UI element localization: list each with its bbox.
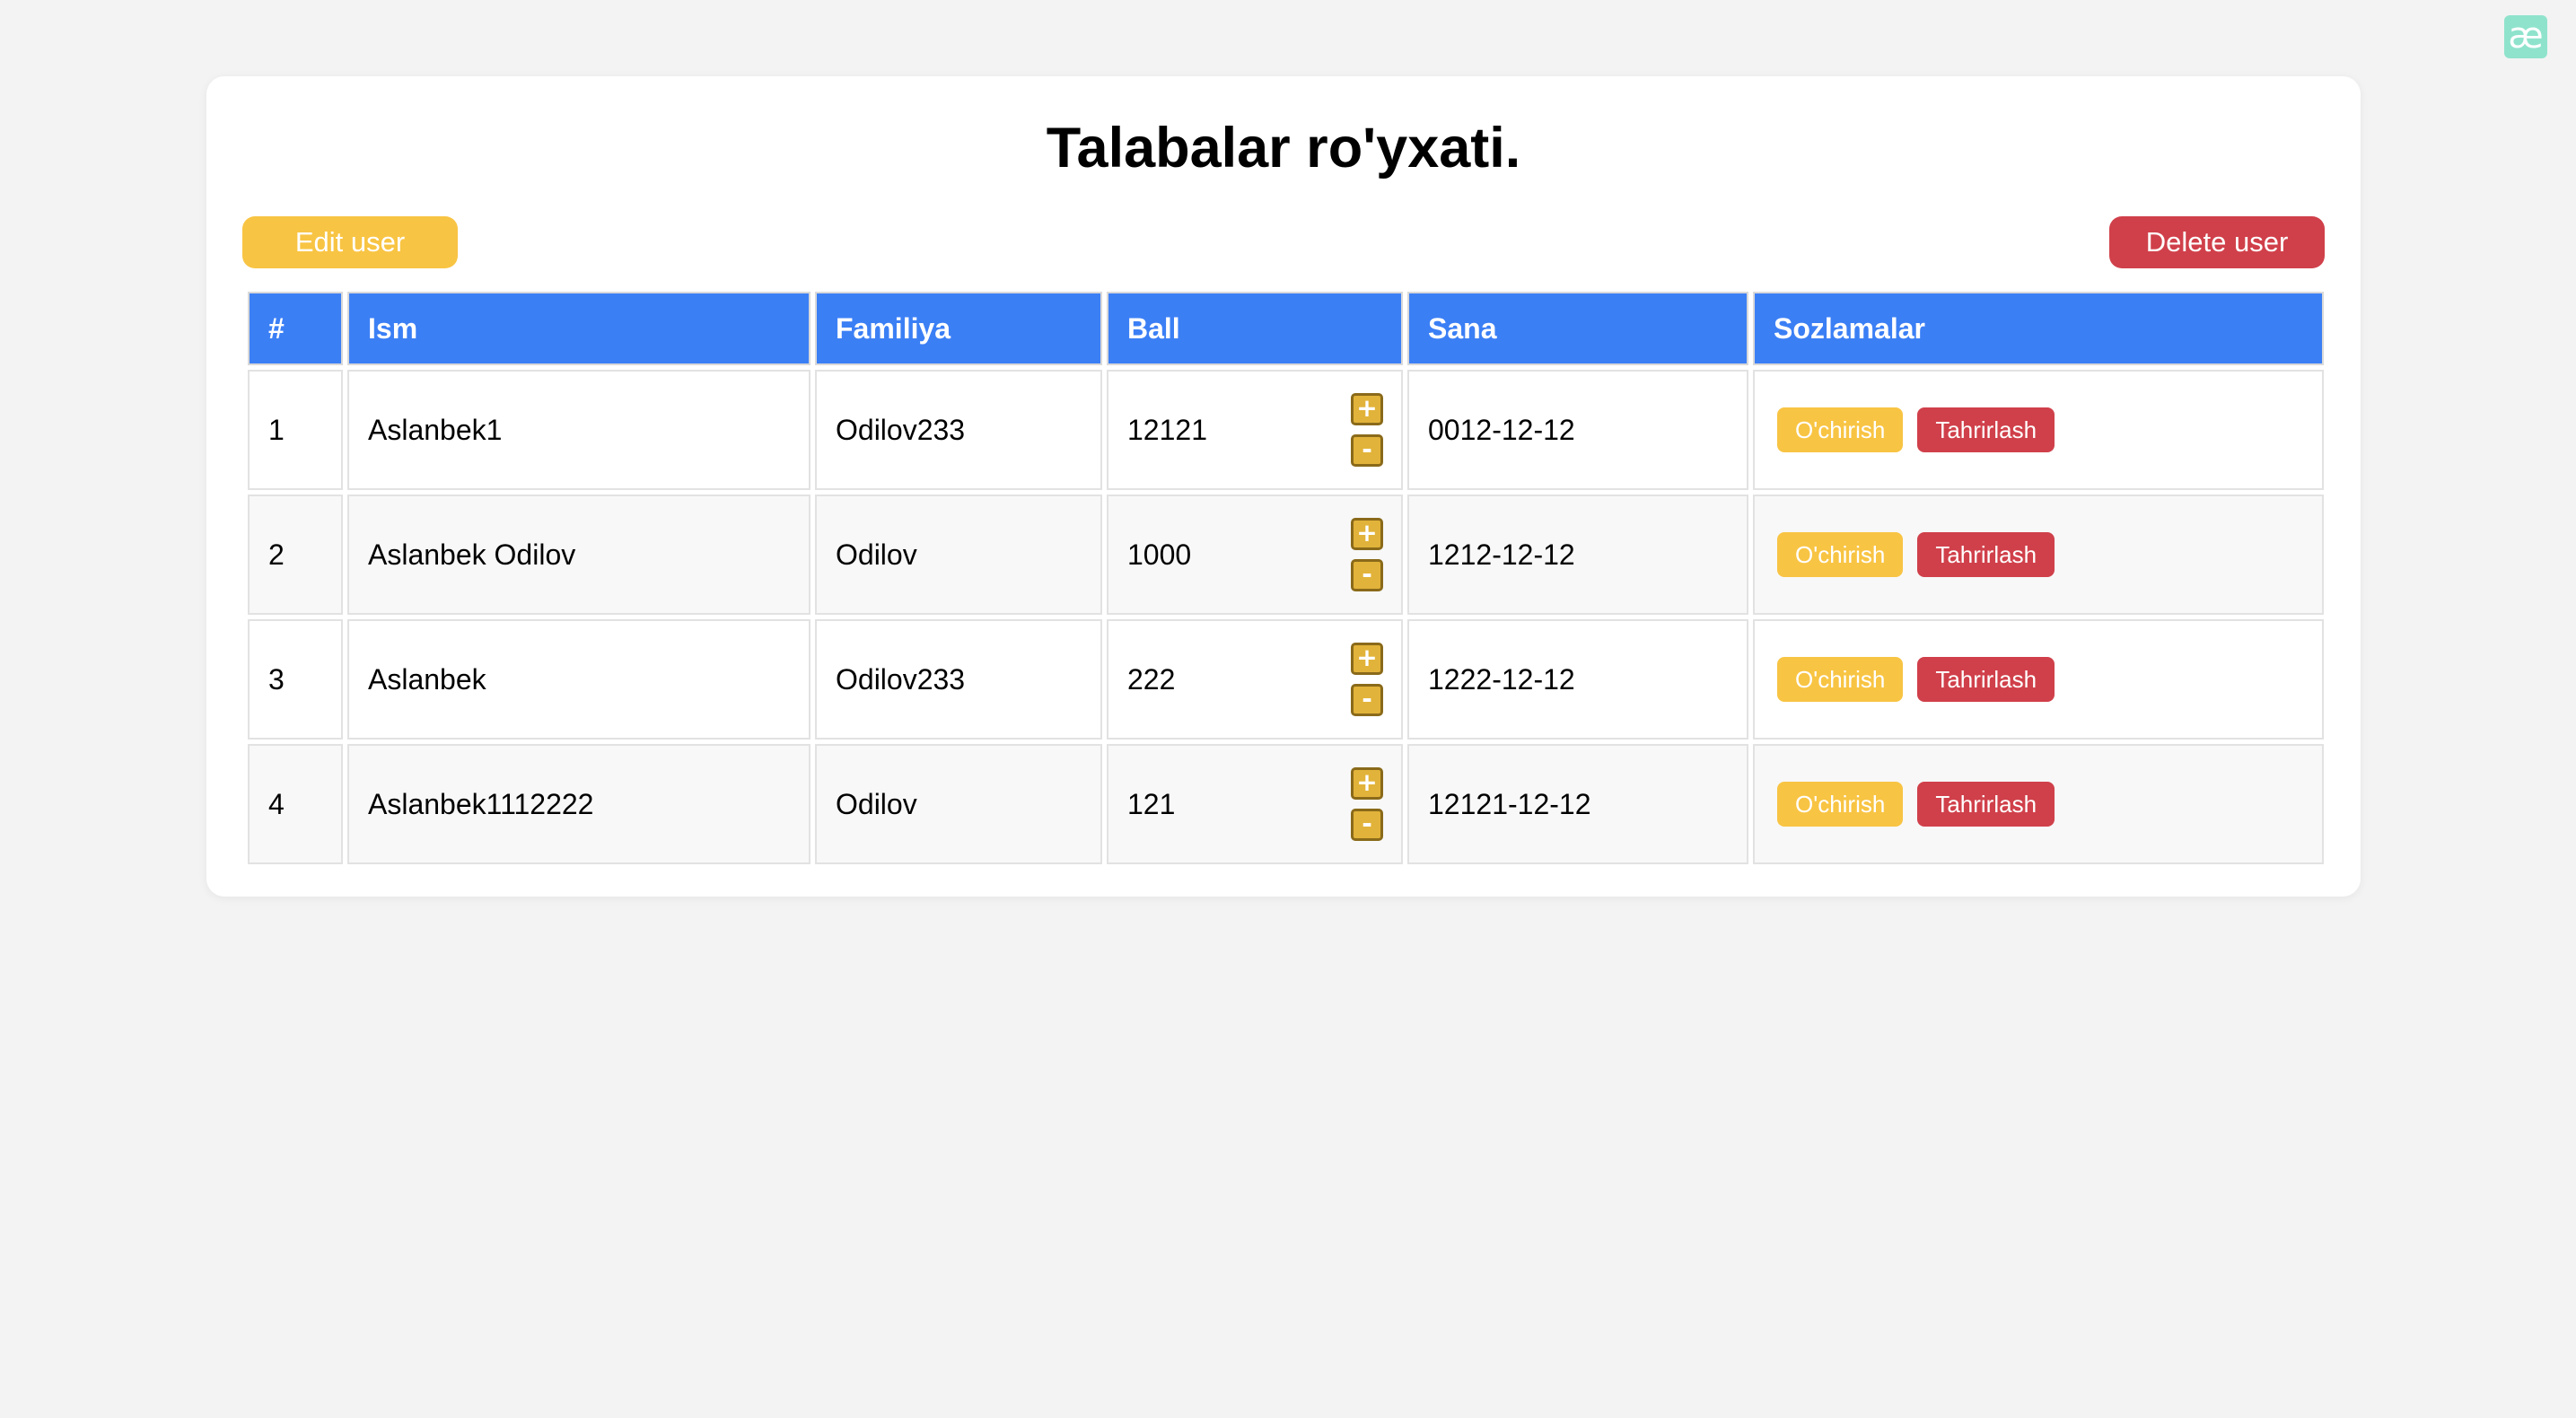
extension-icon[interactable]: æ [2504,15,2547,58]
ball-stepper: + - [1351,767,1383,841]
row-edit-button[interactable]: Tahrirlash [1917,407,2055,452]
row-edit-button[interactable]: Tahrirlash [1917,782,2055,827]
decrement-button[interactable]: - [1351,809,1383,841]
increment-button[interactable]: + [1351,643,1383,675]
cell-sozlamalar: O'chirish Tahrirlash [1753,495,2324,615]
row-actions: O'chirish Tahrirlash [1774,407,2322,452]
cell-familiya: Odilov [815,744,1102,864]
row-delete-button[interactable]: O'chirish [1777,657,1904,702]
increment-button[interactable]: + [1351,767,1383,800]
cell-sana: 0012-12-12 [1407,370,1748,490]
table-row: 4 Aslanbek1112222 Odilov 121 + - 12121-1… [248,744,2324,864]
cell-familiya: Odilov233 [815,619,1102,740]
students-table: # Ism Familiya Ball Sana Sozlamalar 1 As… [243,287,2328,869]
row-edit-button[interactable]: Tahrirlash [1917,532,2055,577]
cell-number: 3 [248,619,343,740]
cell-ism: Aslanbek [347,619,810,740]
column-header-ism: Ism [347,292,810,365]
cell-ball: 222 + - [1107,619,1403,740]
row-delete-button[interactable]: O'chirish [1777,782,1904,827]
ball-stepper: + - [1351,393,1383,467]
ball-value: 121 [1127,787,1176,820]
cell-number: 4 [248,744,343,864]
cell-number: 1 [248,370,343,490]
cell-ball: 12121 + - [1107,370,1403,490]
increment-button[interactable]: + [1351,393,1383,425]
table-row: 3 Aslanbek Odilov233 222 + - 1222-12-12 … [248,619,2324,740]
ball-value: 12121 [1127,413,1207,446]
cell-familiya: Odilov233 [815,370,1102,490]
ball-stepper: + - [1351,518,1383,591]
cell-familiya: Odilov [815,495,1102,615]
cell-ism: Aslanbek1 [347,370,810,490]
ball-value: 1000 [1127,538,1192,571]
column-header-sozlamalar: Sozlamalar [1753,292,2324,365]
cell-sana: 12121-12-12 [1407,744,1748,864]
column-header-familiya: Familiya [815,292,1102,365]
column-header-sana: Sana [1407,292,1748,365]
row-delete-button[interactable]: O'chirish [1777,532,1904,577]
row-actions: O'chirish Tahrirlash [1774,532,2322,577]
table-row: 1 Aslanbek1 Odilov233 12121 + - 0012-12-… [248,370,2324,490]
decrement-button[interactable]: - [1351,434,1383,467]
cell-sozlamalar: O'chirish Tahrirlash [1753,370,2324,490]
cell-sozlamalar: O'chirish Tahrirlash [1753,744,2324,864]
column-header-number: # [248,292,343,365]
ball-stepper: + - [1351,643,1383,716]
cell-sozlamalar: O'chirish Tahrirlash [1753,619,2324,740]
table-row: 2 Aslanbek Odilov Odilov 1000 + - 1212-1… [248,495,2324,615]
table-header-row: # Ism Familiya Ball Sana Sozlamalar [248,292,2324,365]
cell-number: 2 [248,495,343,615]
cell-ball: 121 + - [1107,744,1403,864]
page-title: Talabalar ro'yxati. [1046,117,1521,179]
cell-ism: Aslanbek Odilov [347,495,810,615]
cell-sana: 1212-12-12 [1407,495,1748,615]
row-actions: O'chirish Tahrirlash [1774,657,2322,702]
delete-user-button[interactable]: Delete user [2109,216,2325,268]
cell-ism: Aslanbek1112222 [347,744,810,864]
row-delete-button[interactable]: O'chirish [1777,407,1904,452]
students-card: Talabalar ro'yxati. Edit user Delete use… [206,76,2361,897]
row-actions: O'chirish Tahrirlash [1774,782,2322,827]
ball-value: 222 [1127,662,1176,696]
column-header-ball: Ball [1107,292,1403,365]
edit-user-button[interactable]: Edit user [242,216,458,268]
decrement-button[interactable]: - [1351,559,1383,591]
cell-ball: 1000 + - [1107,495,1403,615]
cell-sana: 1222-12-12 [1407,619,1748,740]
decrement-button[interactable]: - [1351,684,1383,716]
increment-button[interactable]: + [1351,518,1383,550]
row-edit-button[interactable]: Tahrirlash [1917,657,2055,702]
